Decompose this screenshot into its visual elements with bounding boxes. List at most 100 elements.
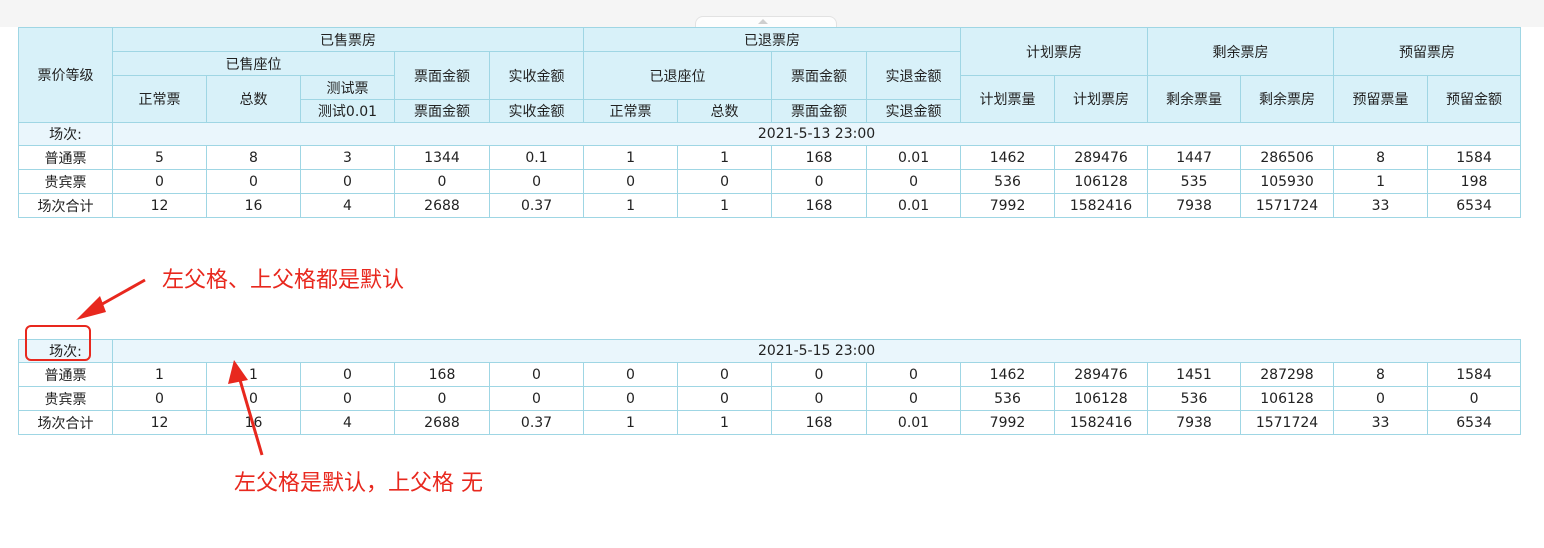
- data-cell: 0: [583, 386, 678, 411]
- data-cell: 1582416: [1054, 193, 1149, 218]
- header-plan-qty: 计划票量: [960, 75, 1056, 123]
- data-cell: 0: [300, 169, 395, 194]
- data-cell: 12: [112, 410, 207, 435]
- header-sold-face-amount: 票面金额: [394, 51, 490, 100]
- data-cell: 7992: [960, 410, 1055, 435]
- data-cell: 1: [112, 362, 207, 387]
- data-cell: 536: [960, 386, 1055, 411]
- data-cell: 2688: [394, 410, 490, 435]
- table-row: 普通票 5 8 3 1344 0.1 1 1 168 0.01 1462 289476 1447 2865…: [18, 145, 1522, 170]
- data-cell: 0.01: [866, 193, 962, 218]
- row-label-cell: 普通票: [18, 362, 113, 387]
- data-cell: 16: [206, 410, 301, 435]
- data-cell: 2688: [394, 193, 490, 218]
- session-value: 2021-5-15 23:00: [111, 339, 1522, 363]
- header-actual-refund-sub: 实退金额: [866, 99, 962, 123]
- annotation-note-2: 左父格是默认，上父格 无: [234, 471, 483, 496]
- data-cell: 1462: [960, 145, 1056, 170]
- header-plan-box: 计划票房: [960, 27, 1149, 76]
- data-cell: 1571724: [1240, 410, 1334, 435]
- data-cell: 106128: [1054, 386, 1148, 411]
- header-row-1: 票价等级 已售票房 已退票房 计划票房 剩余票房 预留票房: [18, 27, 1522, 123]
- data-cell: 0: [394, 386, 490, 411]
- data-cell: 12: [112, 193, 207, 218]
- data-cell: 1: [583, 193, 679, 218]
- data-cell: 168: [394, 362, 490, 387]
- data-cell: 0: [677, 169, 773, 194]
- header-remain-box: 剩余票房: [1147, 27, 1335, 76]
- data-cell: 6534: [1427, 193, 1522, 218]
- row-label-cell: 贵宾票: [18, 386, 113, 411]
- header-test-price: 测试0.01: [300, 99, 395, 123]
- data-cell: 0: [206, 169, 301, 194]
- row-label-cell: 场次合计: [18, 410, 113, 435]
- data-cell: 1: [1333, 169, 1429, 194]
- report-table-1: 票价等级 已售票房 已退票房 计划票房 剩余票房 预留票房 已售座位 票面金额 …: [18, 27, 1522, 218]
- data-cell: 0: [866, 169, 962, 194]
- session-label: 场次:: [18, 122, 113, 146]
- session-value: 2021-5-13 23:00: [111, 122, 1522, 146]
- data-cell: 0: [677, 386, 772, 411]
- data-cell: 0: [1333, 386, 1428, 411]
- data-cell: 33: [1333, 410, 1428, 435]
- data-cell: 7992: [960, 193, 1056, 218]
- header-refund-total: 总数: [677, 99, 773, 123]
- data-cell: 0: [583, 362, 678, 387]
- data-cell: 1584: [1426, 362, 1522, 387]
- data-cell: 6534: [1426, 410, 1522, 435]
- session-row: 场次: 2021-5-13 23:00: [18, 122, 1522, 146]
- data-cell: 106128: [1054, 169, 1149, 194]
- data-cell: 1: [677, 410, 772, 435]
- header-reserve-box: 预留票房: [1333, 27, 1522, 76]
- data-cell: 1: [677, 145, 773, 170]
- row-label-cell: 普通票: [18, 145, 113, 170]
- header-actual-refund: 实退金额: [866, 51, 962, 100]
- header-sold-box: 已售票房: [111, 27, 585, 52]
- collapse-caret-icon: [758, 19, 768, 24]
- data-cell: 1451: [1147, 362, 1241, 387]
- header-sold-face-amount-sub: 票面金额: [394, 99, 490, 123]
- header-sold-normal: 正常票: [112, 75, 207, 123]
- data-cell: 0: [489, 386, 584, 411]
- data-cell: 8: [206, 145, 301, 170]
- data-cell: 0: [300, 386, 395, 411]
- header-actual-received: 实收金额: [488, 51, 585, 100]
- header-sold-total: 总数: [206, 75, 301, 123]
- data-cell: 3: [300, 145, 395, 170]
- table-row: 普通票 1 1 0 168 0 0 0 0 0 1462 289476 1451 287298 8 1584: [18, 362, 1522, 387]
- data-cell: 4: [300, 410, 395, 435]
- data-cell: 1: [583, 145, 679, 170]
- data-cell: 7938: [1147, 193, 1242, 218]
- data-cell: 0: [206, 386, 301, 411]
- data-cell: 289476: [1054, 145, 1149, 170]
- header-refund-normal: 正常票: [583, 99, 679, 123]
- data-cell: 1344: [394, 145, 490, 170]
- header-plan-box-sub: 计划票房: [1054, 75, 1149, 123]
- data-cell: 106128: [1240, 386, 1334, 411]
- data-cell: 0: [866, 386, 961, 411]
- data-cell: 0: [112, 386, 207, 411]
- table-row: 贵宾票 0 0 0 0 0 0 0 0 0 536 106128 536 106128 0 0: [18, 386, 1522, 411]
- data-cell: 1: [206, 362, 301, 387]
- table-row: 贵宾票 0 0 0 0 0 0 0 0 0 536 106128 535 105930 1 198: [18, 169, 1522, 194]
- header-refund-seats: 已退座位: [583, 51, 773, 100]
- data-cell: 1462: [960, 362, 1055, 387]
- data-cell: 16: [206, 193, 301, 218]
- session-row: 场次: 2021-5-15 23:00: [18, 339, 1522, 363]
- data-cell: 8: [1333, 145, 1429, 170]
- report-table-2: 场次: 2021-5-15 23:00 普通票 1 1 0 168 0 0 0 0 0 1462 28…: [18, 339, 1522, 435]
- header-refund-face-amount: 票面金额: [771, 51, 868, 100]
- header-sold-seats: 已售座位: [112, 51, 395, 76]
- data-cell: 168: [771, 145, 868, 170]
- data-cell: 0: [771, 362, 867, 387]
- header-ticket-level: 票价等级: [18, 27, 113, 123]
- data-cell: 33: [1333, 193, 1429, 218]
- data-cell: 0: [771, 386, 867, 411]
- data-cell: 1584: [1427, 145, 1522, 170]
- data-cell: 1571724: [1240, 193, 1335, 218]
- annotation-note-1: 左父格、上父格都是默认: [162, 268, 405, 293]
- header-test-ticket: 测试票: [300, 75, 395, 100]
- top-toolbar-strip: [0, 0, 1544, 28]
- data-cell: 0.37: [489, 410, 584, 435]
- data-cell: 536: [1147, 386, 1241, 411]
